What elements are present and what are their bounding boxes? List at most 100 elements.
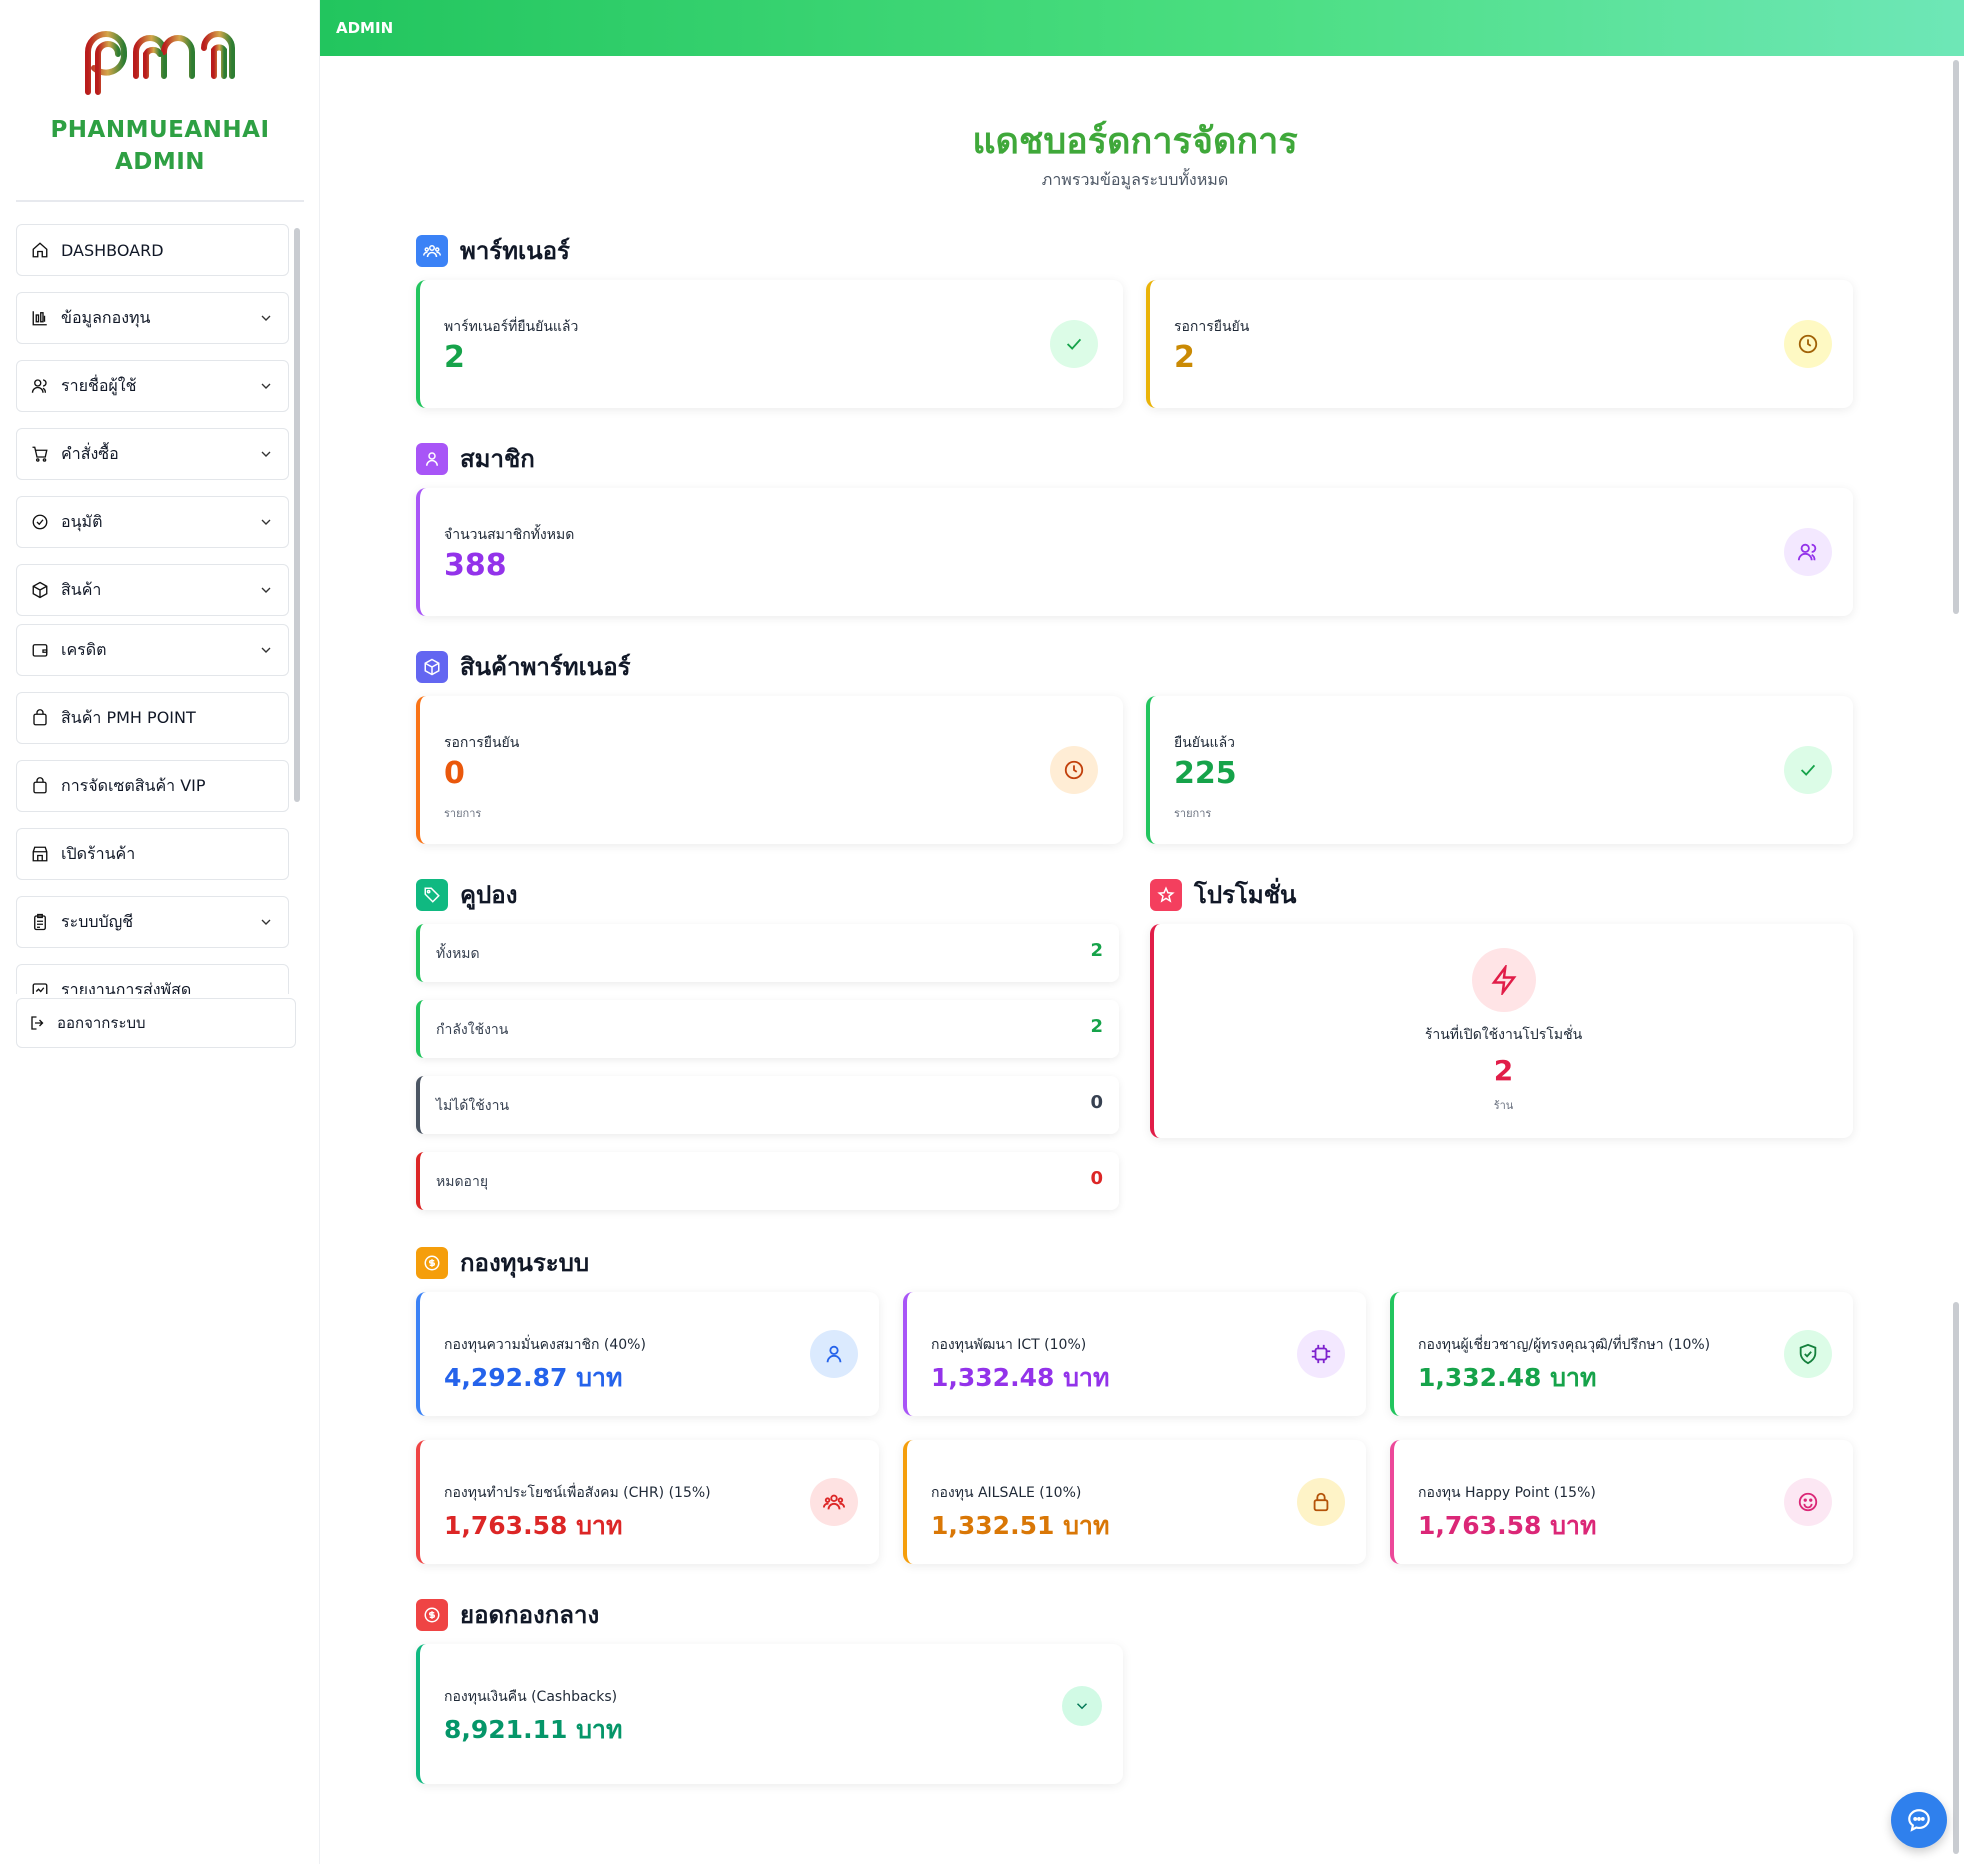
shield-icon (1784, 1330, 1832, 1378)
coupon-row-all: ทั้งหมด 2 (416, 924, 1119, 982)
card-label: รอการยืนยัน (444, 735, 520, 751)
chip-icon (1297, 1330, 1345, 1378)
members-total-card: จำนวนสมาชิกทั้งหมด 388 (416, 488, 1853, 616)
card-value: 2 (444, 340, 465, 375)
fund-label: กองทุน Happy Point (15%) (1418, 1485, 1596, 1501)
section-title: พาร์ทเนอร์ (460, 237, 570, 265)
sidebar-item-orders[interactable]: คำสั่งซื้อ (16, 428, 289, 480)
logout-button[interactable]: ออกจากระบบ (16, 998, 296, 1048)
fund-value: 1,763.58 บาท (1418, 1511, 1597, 1540)
brand-line-1: PHANMUEANHAI (50, 117, 270, 143)
fund-label: กองทุนทำประโยชน์เพื่อสังคม (CHR) (15%) (444, 1485, 711, 1501)
sidebar-item-label: DASHBOARD (61, 240, 164, 260)
check-icon (1050, 320, 1098, 368)
coupon-row-expired: หมดอายุ 0 (416, 1152, 1119, 1210)
chart-icon (31, 309, 49, 327)
sidebar-item-credit[interactable]: เครดิต (16, 624, 289, 676)
sidebar-item-label: คำสั่งซื้อ (61, 443, 119, 463)
chevron-down-icon (258, 514, 274, 530)
fund-card-security: กองทุนความมั่นคงสมาชิก (40%) 4,292.87 บา… (416, 1292, 879, 1416)
fund-label: กองทุนความมั่นคงสมาชิก (40%) (444, 1337, 646, 1353)
sidebar-item-dashboard[interactable]: DASHBOARD (16, 224, 289, 276)
section-partner-products-header: สินค้าพาร์ทเนอร์ (416, 647, 631, 686)
chevron-down-icon (258, 310, 274, 326)
box-icon (416, 650, 448, 683)
sidebar-item-label: รายงานการส่งพัสดุ (61, 979, 192, 995)
cart-icon (31, 445, 49, 463)
sidebar-scrollbar[interactable] (294, 228, 300, 802)
sidebar-item-label: ระบบบัญชี (61, 911, 134, 931)
coupon-value: 0 (1090, 1168, 1103, 1189)
page-subtitle: ภาพรวมข้อมูลระบบทั้งหมด (1041, 170, 1229, 189)
coupon-row-inactive: ไม่ได้ใช้งาน 0 (416, 1076, 1119, 1134)
main-scrollbar-thumb-lower[interactable] (1953, 1302, 1959, 1854)
sidebar-item-shipping-report[interactable]: รายงานการส่งพัสดุ (16, 964, 289, 994)
promotion-unit: ร้าน (1493, 1099, 1514, 1112)
section-coupons-header: คูปอง (416, 875, 517, 914)
card-unit: รายการ (1174, 807, 1212, 820)
promotions-card: ร้านที่เปิดใช้งานโปรโมชั่น 2 ร้าน (1150, 924, 1853, 1138)
cashback-fund-card: กองทุนเงินคืน (Cashbacks) 8,921.11 บาท (416, 1644, 1123, 1784)
fund-label: กองทุนเงินคืน (Cashbacks) (444, 1689, 618, 1705)
check-icon (1784, 746, 1832, 794)
logout-icon (29, 1014, 47, 1032)
fund-card-happy-point: กองทุน Happy Point (15%) 1,763.58 บาท (1390, 1440, 1853, 1564)
chevron-down-icon[interactable] (1062, 1686, 1102, 1726)
sidebar-item-vip-set[interactable]: การจัดเซตสินค้า VIP (16, 760, 289, 812)
fund-value: 4,292.87 บาท (444, 1363, 623, 1392)
card-label: พาร์ทเนอร์ที่ยืนยันแล้ว (444, 319, 579, 335)
member-icon (416, 442, 448, 475)
chat-icon (1908, 1809, 1930, 1832)
sidebar-item-open-store[interactable]: เปิดร้านค้า (16, 828, 289, 880)
sidebar-item-label: เปิดร้านค้า (61, 843, 136, 863)
report-icon (31, 981, 49, 994)
sidebar-item-accounting[interactable]: ระบบบัญชี (16, 896, 289, 948)
card-label: จำนวนสมาชิกทั้งหมด (444, 527, 575, 543)
card-value: 2 (1174, 340, 1195, 375)
top-bar: ADMIN (320, 0, 1964, 56)
sidebar-item-approve[interactable]: อนุมัติ (16, 496, 289, 548)
users-icon (1784, 528, 1832, 576)
bag-icon (31, 777, 49, 795)
sidebar-divider (16, 200, 304, 202)
card-label: รอการยืนยัน (1174, 319, 1250, 335)
clock-icon (1050, 746, 1098, 794)
chevron-down-icon (258, 642, 274, 658)
coupon-label: ทั้งหมด (436, 946, 480, 962)
coin-icon (416, 1598, 448, 1631)
partner-products-pending-card: รอการยืนยัน 0 รายการ (416, 696, 1123, 844)
fund-value: 1,332.48 บาท (931, 1363, 1110, 1392)
card-value: 225 (1174, 756, 1237, 791)
promotion-value: 2 (1493, 1054, 1514, 1087)
card-unit: รายการ (444, 807, 482, 820)
sidebar-item-label: รายชื่อผู้ใช้ (61, 375, 137, 395)
section-promotions-header: โปรโมชั่น (1150, 875, 1296, 914)
coupon-label: กำลังใช้งาน (436, 1022, 509, 1038)
sidebar-item-fund-info[interactable]: ข้อมูลกองทุน (16, 292, 289, 344)
box-icon (31, 581, 49, 599)
lightning-icon (1472, 948, 1536, 1012)
coupon-value: 0 (1090, 1092, 1103, 1113)
partners-pending-card: รอการยืนยัน 2 (1146, 280, 1853, 408)
chat-button[interactable] (1891, 1792, 1947, 1848)
main-scrollbar-thumb[interactable] (1953, 60, 1959, 614)
star-icon (1150, 878, 1182, 911)
coin-icon (416, 1246, 448, 1279)
logout-label: ออกจากระบบ (57, 1014, 146, 1032)
sidebar-item-label: เครดิต (61, 639, 107, 659)
user-icon (810, 1330, 858, 1378)
section-title: ยอดกองกลาง (460, 1601, 600, 1629)
bag-icon (31, 709, 49, 727)
sidebar-item-label: อนุมัติ (61, 511, 103, 531)
lock-icon (1297, 1478, 1345, 1526)
smile-icon (1784, 1478, 1832, 1526)
clock-icon (1784, 320, 1832, 368)
sidebar-item-products[interactable]: สินค้า (16, 564, 289, 616)
sidebar-item-pmh-point[interactable]: สินค้า PMH POINT (16, 692, 289, 744)
sidebar-item-users[interactable]: รายชื่อผู้ใช้ (16, 360, 289, 412)
coupon-row-active: กำลังใช้งาน 2 (416, 1000, 1119, 1058)
coupon-label: หมดอายุ (436, 1174, 489, 1190)
card-value: 0 (444, 756, 465, 791)
fund-card-chr: กองทุนทำประโยชน์เพื่อสังคม (CHR) (15%) 1… (416, 1440, 879, 1564)
sidebar-item-label: การจัดเซตสินค้า VIP (61, 775, 206, 795)
